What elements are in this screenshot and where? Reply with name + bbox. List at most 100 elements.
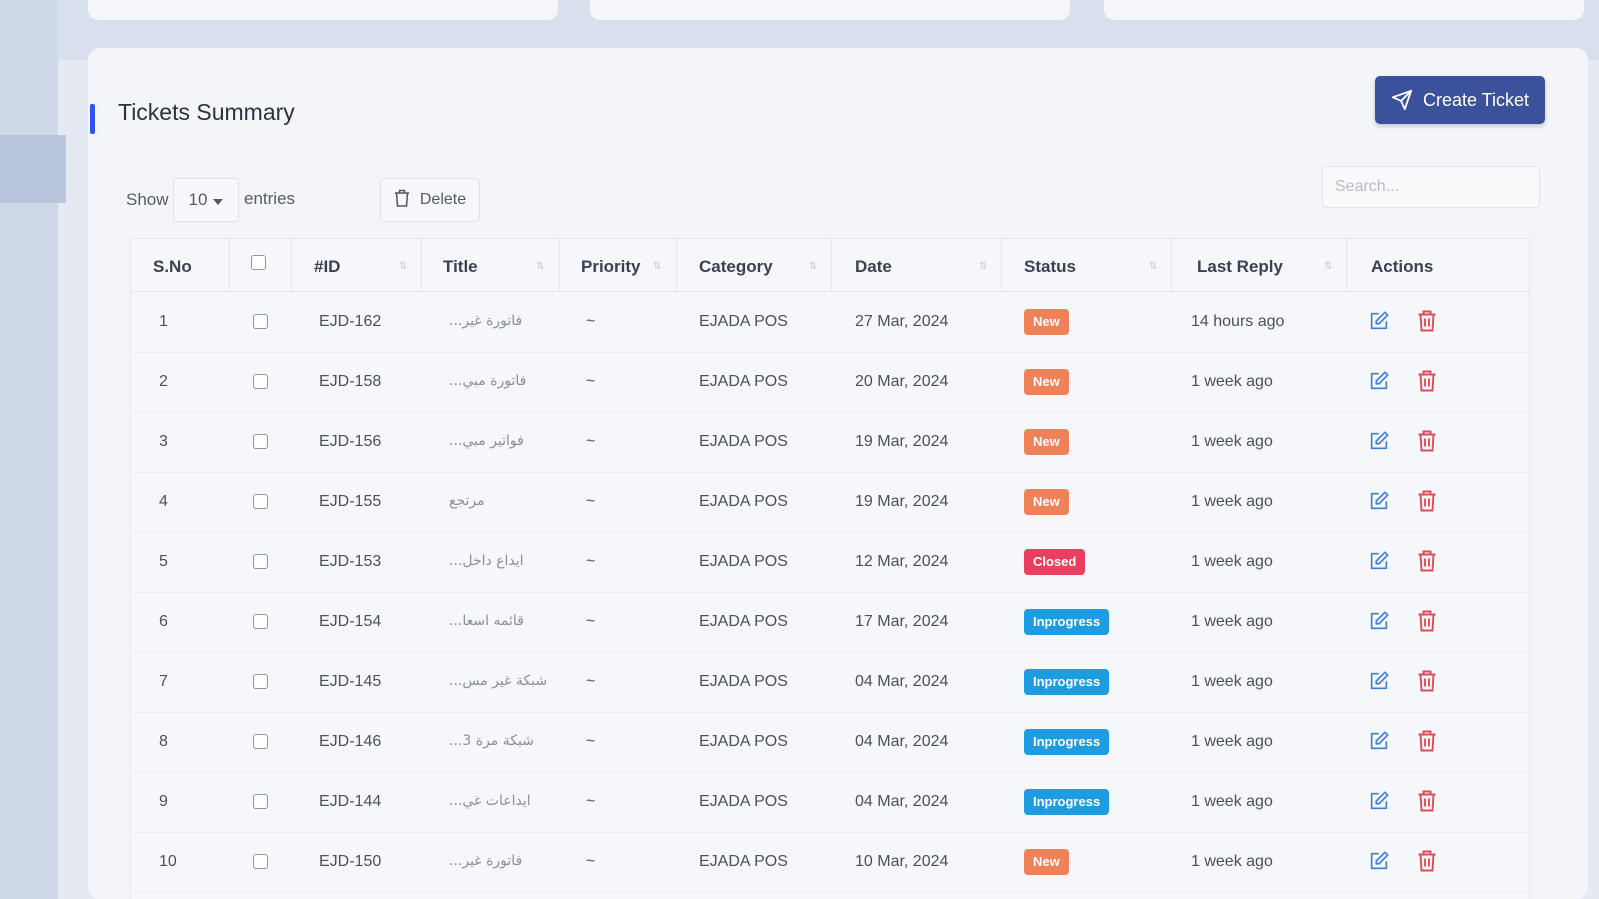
trash-icon[interactable] (1417, 670, 1439, 692)
sort-icon[interactable]: ⇅ (653, 261, 661, 272)
category-cell: EJADA POS (699, 553, 788, 570)
status-badge: Inprogress (1024, 789, 1110, 815)
title-cell[interactable]: فاتورة مبي... (449, 373, 526, 389)
sort-icon[interactable]: ⇅ (399, 261, 407, 272)
sort-icon[interactable]: ⇅ (536, 261, 544, 272)
row-checkbox[interactable] (253, 434, 268, 449)
title-cell[interactable]: قائمه اسعا... (449, 613, 524, 629)
title-cell[interactable]: ايداعات غي... (449, 793, 531, 809)
column-header-last-reply[interactable]: Last Reply (1197, 257, 1283, 277)
category-cell: EJADA POS (699, 673, 788, 690)
ticket-id-cell[interactable]: EJD-156 (319, 433, 381, 451)
date-cell: 19 Mar, 2024 (855, 433, 949, 450)
column-divider (831, 239, 832, 291)
ticket-id-cell[interactable]: EJD-146 (319, 733, 381, 751)
sort-icon[interactable]: ⇅ (1149, 261, 1157, 272)
title-cell[interactable]: فاتورة غير... (449, 853, 522, 869)
table-row: 4 EJD-155 مرتجع ~ EJADA POS 19 Mar, 2024 New 1 … (131, 472, 1529, 533)
row-checkbox[interactable] (253, 854, 268, 869)
ticket-id-cell[interactable]: EJD-154 (319, 613, 381, 631)
title-cell[interactable]: فواتير مبي... (449, 433, 524, 449)
title-cell[interactable]: مرتجع (449, 493, 485, 509)
edit-icon[interactable] (1368, 850, 1390, 872)
row-checkbox[interactable] (253, 734, 268, 749)
title-cell[interactable]: ايداع داخل... (449, 553, 524, 569)
row-checkbox[interactable] (253, 614, 268, 629)
sort-icon[interactable]: ⇅ (1324, 261, 1332, 272)
date-cell: 10 Mar, 2024 (855, 853, 949, 870)
trash-icon[interactable] (1417, 430, 1439, 452)
title-cell[interactable]: فاتورة غير... (449, 313, 522, 329)
column-header-actions: Actions (1371, 257, 1434, 276)
priority-cell: ~ (586, 733, 596, 750)
row-checkbox[interactable] (253, 674, 268, 689)
title-cell[interactable]: شبكة غير مس... (449, 673, 547, 689)
column-header-category[interactable]: Category (699, 257, 773, 277)
row-checkbox[interactable] (253, 374, 268, 389)
row-checkbox[interactable] (253, 554, 268, 569)
sidebar-active-item[interactable] (0, 135, 66, 203)
trash-icon[interactable] (1417, 490, 1439, 512)
row-checkbox[interactable] (253, 494, 268, 509)
row-checkbox[interactable] (253, 314, 268, 329)
trash-icon[interactable] (1417, 370, 1439, 392)
table-row: 9 EJD-144 ايداعات غي... ~ EJADA POS 04 Mar, 2… (131, 772, 1529, 833)
column-divider (421, 239, 422, 291)
select-all-checkbox[interactable] (251, 255, 266, 270)
column-header-date[interactable]: Date (855, 257, 892, 277)
create-ticket-button[interactable]: Create Ticket (1375, 76, 1545, 124)
last-reply-cell: 1 week ago (1191, 673, 1273, 690)
priority-cell: ~ (586, 673, 596, 690)
category-cell: EJADA POS (699, 373, 788, 390)
sno-cell: 4 (159, 493, 168, 510)
edit-icon[interactable] (1368, 430, 1390, 452)
category-cell: EJADA POS (699, 793, 788, 810)
priority-cell: ~ (586, 373, 596, 390)
column-header-id[interactable]: #ID (314, 257, 340, 277)
edit-icon[interactable] (1368, 310, 1390, 332)
ticket-id-cell[interactable]: EJD-150 (319, 853, 381, 871)
ticket-id-cell[interactable]: EJD-162 (319, 313, 381, 331)
trash-icon[interactable] (1417, 850, 1439, 872)
table-row: 3 EJD-156 فواتير مبي... ~ EJADA POS 19 Mar, 2… (131, 412, 1529, 473)
edit-icon[interactable] (1368, 490, 1390, 512)
chevron-down-icon (213, 190, 224, 210)
row-checkbox[interactable] (253, 794, 268, 809)
trash-icon[interactable] (1417, 730, 1439, 752)
search-input[interactable] (1322, 166, 1540, 208)
last-reply-cell: 1 week ago (1191, 373, 1273, 390)
column-header-title[interactable]: Title (443, 257, 478, 277)
edit-icon[interactable] (1368, 670, 1390, 692)
sort-icon[interactable]: ⇅ (809, 261, 817, 272)
ticket-id-cell[interactable]: EJD-158 (319, 373, 381, 391)
trash-icon[interactable] (1417, 610, 1439, 632)
column-header-sno[interactable]: S.No (153, 257, 192, 277)
trash-icon[interactable] (1417, 550, 1439, 572)
ticket-id-cell[interactable]: EJD-145 (319, 673, 381, 691)
status-badge: New (1024, 849, 1069, 875)
ticket-id-cell[interactable]: EJD-155 (319, 493, 381, 511)
sort-icon[interactable]: ⇅ (979, 261, 987, 272)
ticket-id-cell[interactable]: EJD-144 (319, 793, 381, 811)
entries-select[interactable]: 10 (173, 178, 239, 222)
bulk-delete-button[interactable]: Delete (380, 178, 480, 222)
ticket-id-cell[interactable]: EJD-153 (319, 553, 381, 571)
column-header-priority[interactable]: Priority (581, 257, 641, 277)
column-header-status[interactable]: Status (1024, 257, 1076, 277)
trash-icon[interactable] (1417, 310, 1439, 332)
show-label: Show (126, 190, 169, 209)
trash-icon[interactable] (1417, 790, 1439, 812)
table-row: 1 EJD-162 فاتورة غير... ~ EJADA POS 27 Mar, 2… (131, 292, 1529, 353)
edit-icon[interactable] (1368, 610, 1390, 632)
priority-cell: ~ (586, 553, 596, 570)
edit-icon[interactable] (1368, 550, 1390, 572)
date-cell: 12 Mar, 2024 (855, 553, 949, 570)
edit-icon[interactable] (1368, 370, 1390, 392)
last-reply-cell: 14 hours ago (1191, 313, 1285, 330)
edit-icon[interactable] (1368, 730, 1390, 752)
status-badge: New (1024, 309, 1069, 335)
title-cell[interactable]: شبكة مرة 3... (449, 733, 534, 749)
edit-icon[interactable] (1368, 790, 1390, 812)
sno-cell: 3 (159, 433, 168, 450)
last-reply-cell: 1 week ago (1191, 853, 1273, 870)
